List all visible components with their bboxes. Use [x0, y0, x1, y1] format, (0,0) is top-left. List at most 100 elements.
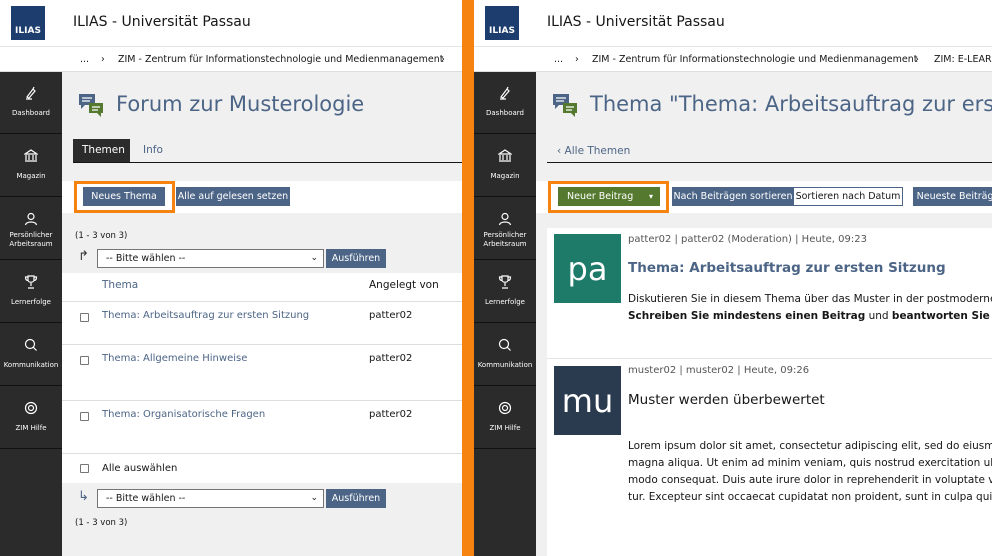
newest-posts-button[interactable]: Neueste Beiträge [913, 187, 992, 206]
ilias-logo[interactable]: ILIAS [11, 6, 45, 40]
trophy-icon [0, 275, 62, 293]
result-count-top: (1 - 3 von 3) [75, 231, 128, 241]
main-bar: Dashboard Magazin Persönlicher Arbeitsra… [474, 72, 536, 556]
mainbar-item-kommunikation[interactable]: Kommunikation [0, 324, 62, 386]
header-title: ILIAS - Universität Passau [547, 14, 725, 30]
back-link-label: Alle Themen [564, 145, 631, 157]
new-topic-button[interactable]: Neues Thema [83, 187, 165, 206]
breadcrumb: ... › ZIM - Zentrum für Informationstech… [474, 46, 992, 72]
mainbar-item-magazin[interactable]: Magazin [0, 135, 62, 197]
select-all-checkbox[interactable] [80, 464, 89, 473]
mainbar-item-lernerfolge[interactable]: Lernerfolge [0, 261, 62, 323]
chat-icon [474, 338, 536, 356]
breadcrumb-item-zim[interactable]: ZIM - Zentrum für Informationstechnologi… [592, 54, 917, 65]
mainbar-label: Kommunikation [477, 361, 533, 369]
mainbar-label: Magazin [490, 172, 520, 180]
chevron-right-icon: › [575, 54, 579, 65]
topic-author: patter02 [369, 409, 413, 420]
post-body-line: Schreiben Sie mindestens einen Beitrag u… [628, 308, 992, 325]
breadcrumb-item-zim[interactable]: ZIM - Zentrum für Informationstechnologi… [118, 54, 443, 65]
breadcrumb-ellipsis[interactable]: ... [554, 54, 563, 65]
action-select-bottom[interactable]: -- Bitte wählen -- ⌄ [97, 489, 324, 508]
mainbar-item-dashboard[interactable]: Dashboard [474, 72, 536, 134]
ilias-logo[interactable]: ILIAS [485, 6, 519, 40]
mainbar-item-lernerfolge[interactable]: Lernerfolge [474, 261, 536, 323]
breadcrumb-ellipsis[interactable]: ... [80, 54, 89, 65]
header-bar: ILIAS ILIAS - Universität Passau [474, 0, 992, 46]
topic-link[interactable]: Thema: Allgemeine Hinweise [102, 353, 247, 364]
post-body-bold: beantworten Sie minde [891, 310, 992, 322]
tab-bar: Themen Info [73, 139, 462, 163]
post-card: pa patter02 | patter02 (Moderation) | He… [547, 228, 992, 360]
dashboard-icon [0, 86, 62, 104]
mainbar-label: Kommunikation [3, 361, 59, 369]
left-screenshot-panel: ILIAS ILIAS - Universität Passau ... › Z… [0, 0, 462, 556]
tab-info[interactable]: Info [134, 139, 172, 162]
chat-icon [0, 338, 62, 356]
page-title: Thema "Thema: Arbeitsauftrag zur ersten … [590, 92, 992, 116]
mainbar-label: Persönlicher Arbeitsraum [483, 231, 527, 248]
tab-themen[interactable]: Themen [73, 139, 130, 162]
table-row: Thema: Arbeitsauftrag zur ersten Sitzung… [62, 301, 462, 344]
forum-toolbar: Neues Thema Alle auf gelesen setzen [62, 181, 462, 213]
person-icon [0, 212, 62, 230]
post-title[interactable]: Thema: Arbeitsauftrag zur ersten Sitzung [628, 260, 946, 276]
post-body-line: Lorem ipsum dolor sit amet, consectetur … [628, 440, 992, 452]
post-body-bold: Schreiben Sie mindestens einen Beitrag [628, 310, 866, 322]
repository-icon [474, 149, 536, 167]
execute-button-bottom[interactable]: Ausführen [326, 489, 386, 508]
result-count-bottom: (1 - 3 von 3) [75, 518, 128, 528]
caret-down-icon: ▾ [648, 192, 653, 201]
mainbar-label: ZIM Hilfe [489, 424, 521, 432]
forum-icon [551, 91, 579, 123]
mainbar-item-zim-hilfe[interactable]: ZIM Hilfe [474, 387, 536, 449]
avatar: mu [554, 366, 621, 435]
arrow-corner-icon: ↱ [78, 249, 89, 264]
chevron-right-icon: › [441, 54, 445, 65]
new-post-button[interactable]: Neuer Beitrag ▾ [558, 187, 660, 206]
post-body-line: tur. Excepteur sint occaecat cupidatat n… [628, 491, 992, 503]
sort-by-date-button[interactable]: Sortieren nach Datum [793, 187, 903, 206]
post-body-line: modo consequat. Duis aute irure dolor in… [628, 474, 992, 486]
forum-content: Forum zur Musterologie Themen Info Neues… [62, 72, 462, 556]
post-meta: patter02 | patter02 (Moderation) | Heute… [628, 234, 867, 245]
row-checkbox[interactable] [80, 412, 89, 421]
post-card: mu muster02 | muster02 | Heute, 09:26 Mu… [547, 358, 992, 556]
mark-all-read-button[interactable]: Alle auf gelesen setzen [176, 187, 290, 206]
repository-icon [0, 149, 62, 167]
sort-by-posts-button[interactable]: Nach Beiträgen sortieren [672, 187, 794, 206]
topic-link[interactable]: Thema: Organisatorische Fragen [102, 409, 265, 420]
header-title: ILIAS - Universität Passau [73, 14, 251, 30]
chevron-down-icon: ⌄ [310, 493, 318, 503]
post-title[interactable]: Muster werden überbewertet [628, 392, 825, 408]
execute-button-top[interactable]: Ausführen [326, 249, 386, 268]
select-all-label[interactable]: Alle auswählen [102, 463, 177, 474]
person-icon [474, 212, 536, 230]
back-to-topics-link[interactable]: ‹ Alle Themen [557, 145, 630, 157]
chevron-right-icon: › [101, 54, 105, 65]
back-tab-bar: ‹ Alle Themen [547, 139, 992, 163]
column-header-topic[interactable]: Thema [102, 279, 138, 291]
breadcrumb-item-elearning[interactable]: ZIM: E-LEARN [934, 54, 992, 65]
row-checkbox[interactable] [80, 313, 89, 322]
mainbar-label: Magazin [16, 172, 46, 180]
mainbar-item-workspace[interactable]: Persönlicher Arbeitsraum [474, 198, 536, 260]
action-select-top[interactable]: -- Bitte wählen -- ⌄ [97, 249, 324, 268]
topics-table: Thema Angelegt von Thema: Arbeitsauftrag… [62, 273, 462, 483]
mainbar-item-kommunikation[interactable]: Kommunikation [474, 324, 536, 386]
select-value: -- Bitte wählen -- [106, 253, 186, 264]
avatar: pa [554, 234, 621, 303]
column-header-created-by[interactable]: Angelegt von [369, 279, 439, 291]
breadcrumb: ... › ZIM - Zentrum für Informationstech… [0, 46, 462, 72]
table-row: Thema: Allgemeine Hinweise patter02 [62, 344, 462, 400]
mainbar-item-zim-hilfe[interactable]: ZIM Hilfe [0, 387, 62, 449]
mainbar-item-magazin[interactable]: Magazin [474, 135, 536, 197]
main-bar: Dashboard Magazin Persönlicher Arbeitsra… [0, 72, 62, 556]
chevron-left-icon: ‹ [557, 145, 565, 157]
topic-link[interactable]: Thema: Arbeitsauftrag zur ersten Sitzung [102, 310, 309, 321]
mainbar-item-dashboard[interactable]: Dashboard [0, 72, 62, 134]
mainbar-item-workspace[interactable]: Persönlicher Arbeitsraum [0, 198, 62, 260]
chevron-down-icon: ⌄ [310, 253, 318, 263]
row-checkbox[interactable] [80, 356, 89, 365]
mainbar-label: ZIM Hilfe [15, 424, 47, 432]
